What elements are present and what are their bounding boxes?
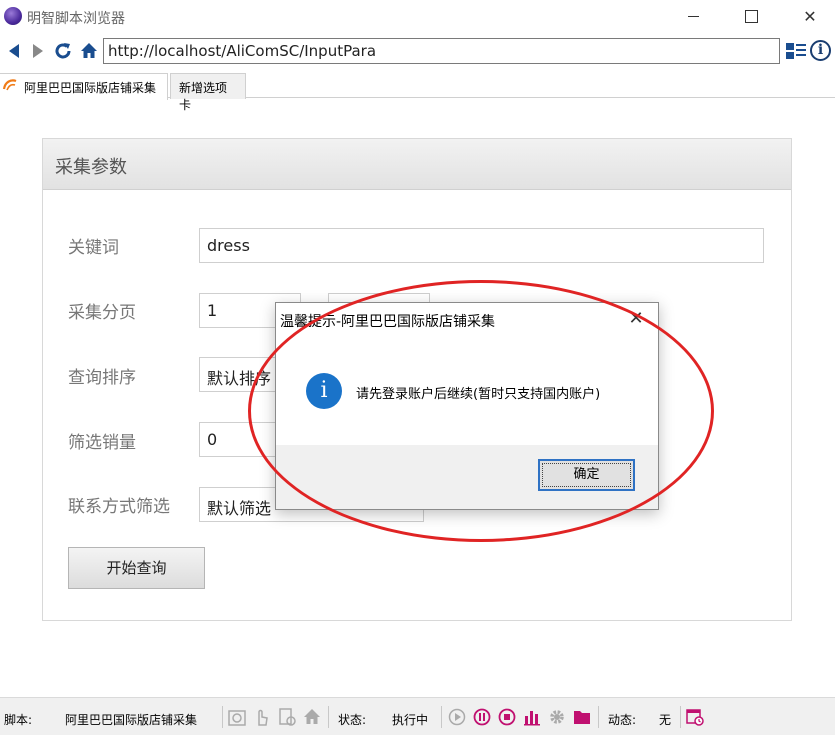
home-icon [81, 43, 97, 58]
start-query-button[interactable]: 开始查询 [68, 547, 205, 589]
forward-button[interactable] [27, 39, 49, 63]
window-title: 明智脚本浏览器 [27, 11, 125, 27]
minimize-button[interactable] [670, 0, 716, 32]
forward-arrow-icon [33, 44, 43, 58]
info-icon[interactable]: i [810, 40, 831, 61]
stop-icon[interactable] [498, 708, 516, 726]
back-arrow-icon [9, 44, 19, 58]
refresh-icon [55, 43, 71, 59]
maximize-button[interactable] [728, 0, 774, 32]
title-bar: 明智脚本浏览器 ✕ [0, 0, 835, 34]
contact-filter-label: 联系方式筛选 [68, 497, 170, 517]
state-value: 执行中 [392, 713, 429, 727]
dialog-title: 温馨提示-阿里巴巴国际版店铺采集 [276, 303, 658, 335]
dynamic-value: 无 [659, 713, 672, 727]
play-icon[interactable] [448, 708, 466, 726]
back-button[interactable] [3, 39, 25, 63]
bar-chart-icon[interactable] [523, 708, 541, 726]
hand-pointer-icon[interactable] [253, 708, 271, 726]
keyword-input[interactable]: dress [199, 228, 764, 263]
alibaba-logo-icon [2, 79, 17, 91]
calendar-clock-icon[interactable] [686, 708, 704, 726]
home-icon[interactable] [303, 708, 321, 726]
pause-icon[interactable] [473, 708, 491, 726]
divider [598, 706, 599, 728]
folder-icon[interactable] [573, 708, 591, 726]
tab-new[interactable]: 新增选项卡 [170, 73, 246, 112]
dialog-message: 请先登录账户后继续(暂时只支持国内账户) [356, 387, 601, 402]
divider [680, 706, 681, 728]
tab-label: 阿里巴巴国际版店铺采集 [24, 81, 157, 95]
script-label: 脚本: [4, 713, 33, 727]
bookmarks-menu-icon[interactable] [786, 42, 806, 60]
refresh-button[interactable] [52, 39, 74, 63]
info-icon: i [306, 373, 342, 409]
schedule-icon[interactable] [228, 708, 246, 726]
ok-button[interactable]: 确定 [538, 459, 635, 491]
divider [222, 706, 223, 728]
document-settings-icon[interactable] [278, 708, 296, 726]
navigation-bar: http://localhost/AliComSC/InputPara i [0, 34, 835, 68]
close-window-button[interactable]: ✕ [787, 0, 833, 32]
tab-label: 新增选项卡 [179, 81, 228, 112]
sort-label: 查询排序 [68, 368, 136, 388]
gear-icon[interactable] [548, 708, 566, 726]
sales-filter-label: 筛选销量 [68, 433, 136, 453]
divider [441, 706, 442, 728]
state-label: 状态: [338, 713, 367, 727]
script-name: 阿里巴巴国际版店铺采集 [65, 713, 198, 727]
panel-title: 采集参数 [43, 139, 791, 190]
status-bar: 脚本: 阿里巴巴国际版店铺采集 状态: 执行中 动态: 无 [0, 697, 835, 735]
divider [328, 706, 329, 728]
alert-dialog: 温馨提示-阿里巴巴国际版店铺采集 ✕ i 请先登录账户后继续(暂时只支持国内账户… [275, 302, 659, 510]
app-logo-icon [4, 7, 22, 25]
home-button[interactable] [78, 39, 100, 63]
dialog-close-button[interactable]: ✕ [621, 306, 651, 332]
dynamic-label: 动态: [608, 713, 637, 727]
pages-label: 采集分页 [68, 303, 136, 323]
keyword-label: 关键词 [68, 238, 119, 258]
tab-strip: 阿里巴巴国际版店铺采集 新增选项卡 [0, 70, 835, 112]
dialog-body: i 请先登录账户后继续(暂时只支持国内账户) [276, 335, 658, 445]
tab-alibaba-shop-collect[interactable]: 阿里巴巴国际版店铺采集 [0, 73, 168, 100]
address-input[interactable]: http://localhost/AliComSC/InputPara [103, 38, 780, 64]
